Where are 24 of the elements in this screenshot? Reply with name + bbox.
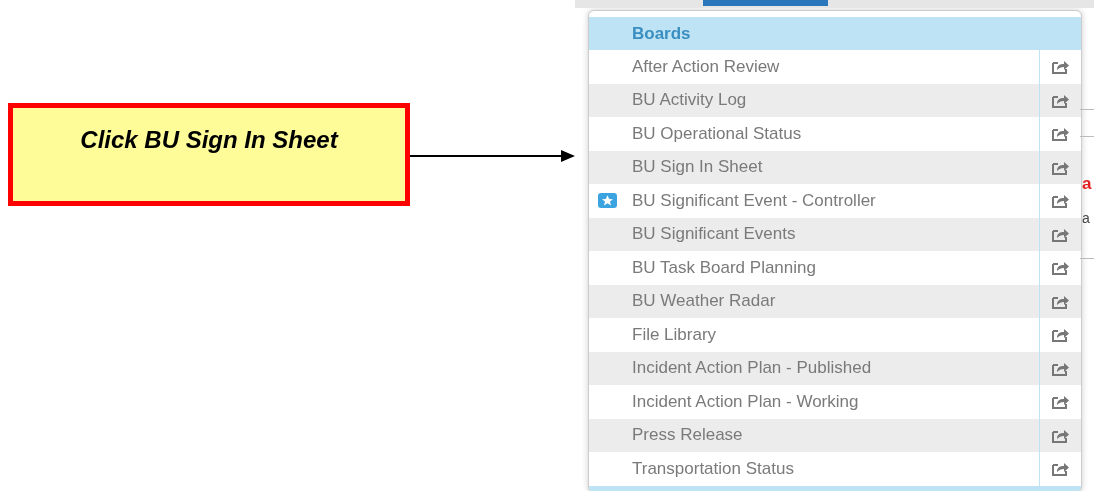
share-icon[interactable] [1051, 59, 1070, 75]
partial-text: a [1082, 210, 1090, 226]
partial-text: a [1082, 174, 1092, 194]
callout-text: Click BU Sign In Sheet [80, 126, 338, 154]
share-icon[interactable] [1051, 461, 1070, 477]
menu-item[interactable]: Incident Action Plan - Working [589, 385, 1039, 419]
menu-item[interactable]: BU Task Board Planning [589, 251, 1039, 285]
share-icon[interactable] [1051, 394, 1070, 410]
share-icon[interactable] [1051, 293, 1070, 309]
menu-item[interactable]: File Library [589, 318, 1039, 352]
share-icon[interactable] [1051, 360, 1070, 376]
menu-header: Boards [589, 17, 1081, 50]
menu-item[interactable]: After Action Review [589, 50, 1039, 84]
share-icon[interactable] [1051, 260, 1070, 276]
menu-item[interactable]: Transportation Status [589, 452, 1039, 486]
share-icon[interactable] [1051, 193, 1070, 209]
share-icon[interactable] [1051, 226, 1070, 242]
share-icon[interactable] [1051, 126, 1070, 142]
share-icon[interactable] [1051, 159, 1070, 175]
menu-item[interactable]: BU Significant Event - Controller [589, 184, 1039, 218]
share-icon[interactable] [1051, 92, 1070, 108]
menu-item[interactable]: BU Operational Status [589, 117, 1039, 151]
share-icon[interactable] [1051, 427, 1070, 443]
share-icon[interactable] [1051, 327, 1070, 343]
